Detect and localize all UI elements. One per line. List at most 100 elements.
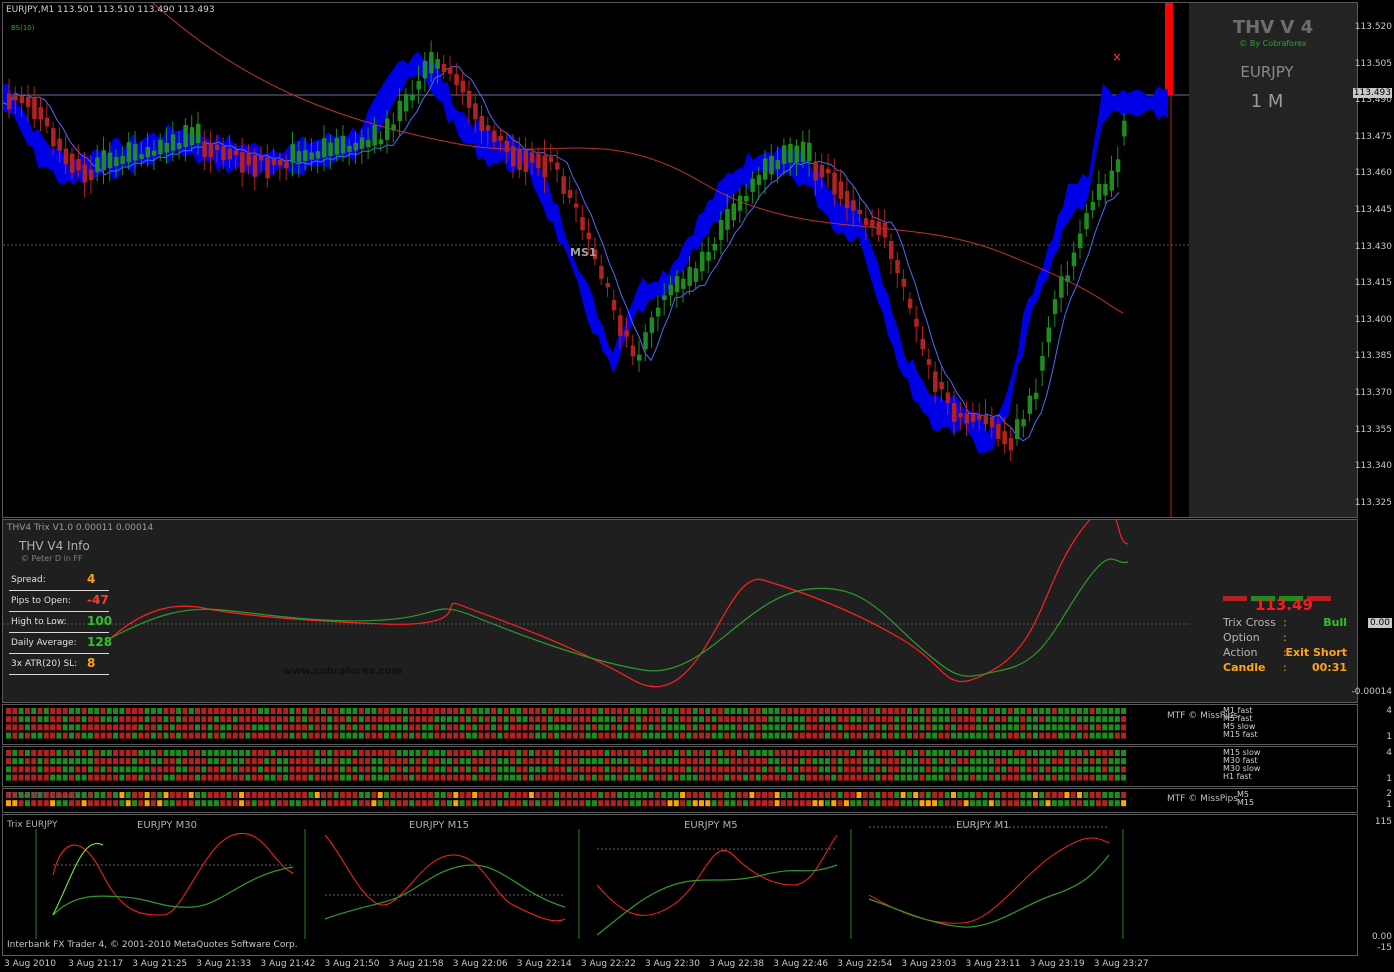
- mtf-cell: [995, 750, 1001, 756]
- main-chart-pane[interactable]: × EURJPY,M1 113.501 113.510 113.490 113.…: [2, 2, 1358, 518]
- mtf-cell: [661, 724, 667, 731]
- mtf-cell: [409, 724, 415, 731]
- mtf-cell: [440, 792, 446, 798]
- mtf-cell: [925, 750, 931, 756]
- mtf-cell: [667, 800, 673, 807]
- mtf-cell: [585, 792, 591, 798]
- candle-body: [221, 146, 226, 161]
- mtf-cell: [837, 774, 843, 781]
- mtf-cell: [591, 774, 597, 781]
- mtf-cell: [686, 792, 692, 798]
- mtf-row-label: M15 fast: [1223, 730, 1258, 739]
- mtf-cell: [957, 732, 963, 739]
- mtf-cell: [169, 800, 175, 807]
- mtf-cell: [856, 750, 862, 756]
- mtf-cell: [75, 774, 81, 781]
- mtf-cell: [686, 732, 692, 739]
- mtf-cell: [617, 758, 623, 765]
- mtf-cell: [951, 724, 956, 731]
- candle-body: [605, 283, 610, 288]
- mtf-cell: [69, 774, 74, 781]
- mtf-cell: [1064, 750, 1070, 756]
- mtf-cell: [176, 758, 182, 765]
- mtf-cell: [37, 708, 43, 714]
- mtf-cell: [270, 708, 276, 714]
- mtf-cell: [749, 766, 755, 773]
- mtf-cell: [951, 750, 956, 756]
- mtf-cell: [182, 708, 188, 714]
- mtf-cell: [276, 774, 282, 781]
- mtf-cell: [730, 800, 736, 807]
- mtf-cell: [654, 774, 660, 781]
- mtf-cell: [1114, 792, 1120, 798]
- mtf-cell: [604, 708, 610, 714]
- mtf-cell: [1114, 708, 1120, 714]
- mtf-cell: [528, 732, 534, 739]
- symbol-label: EURJPY,M1 113.501 113.510 113.490 113.49…: [6, 5, 215, 15]
- trix-chart[interactable]: [3, 520, 1357, 702]
- mtf-cell: [295, 732, 301, 739]
- mtf-cell: [371, 724, 377, 731]
- mtf-cell: [604, 774, 610, 781]
- mtf-cell: [447, 774, 452, 781]
- mtf-cell: [195, 792, 200, 798]
- mtf-cell: [402, 800, 408, 807]
- mtf-cell: [780, 792, 786, 798]
- mtf-cell: [617, 800, 623, 807]
- mtf-cell: [371, 774, 377, 781]
- mtf3-pane[interactable]: THV4 MTF Cloud(5,15) MTF © MissPips M5 M1…: [2, 788, 1358, 813]
- mtf-cell: [661, 708, 667, 714]
- mtf-cell: [447, 716, 452, 723]
- mtf-cell: [220, 750, 226, 756]
- main-price-chart[interactable]: ×: [3, 3, 1357, 517]
- mtf-cell: [510, 774, 515, 781]
- mtf-cell: [736, 774, 742, 781]
- mtf-cell: [264, 750, 270, 756]
- mtf-cell: [925, 758, 931, 765]
- mtf-cell: [724, 732, 730, 739]
- trix-pane[interactable]: THV4 Trix V1.0 0.00011 0.00014 THV V4 In…: [2, 519, 1358, 703]
- mtf-cell: [113, 708, 119, 714]
- mtf-cell: [749, 800, 755, 807]
- mtf1-pane[interactable]: MTF © MissPips M1 fast M5 fast M5 slow M15 …: [2, 704, 1358, 745]
- mtf-cell: [780, 708, 786, 714]
- mtf-cell: [484, 716, 490, 723]
- mtf-cell: [976, 732, 982, 739]
- candle-body: [366, 140, 371, 148]
- mtf-cell: [1051, 774, 1057, 781]
- mtf-cell: [119, 708, 125, 714]
- candle-body: [655, 307, 661, 317]
- mtf-cell: [270, 792, 276, 798]
- mtf-cell: [711, 708, 717, 714]
- mtf-cell: [900, 766, 906, 773]
- mtf-cell: [195, 766, 200, 773]
- mtf-cell: [207, 792, 213, 798]
- mtf-cell: [251, 766, 257, 773]
- mtf-cell: [730, 766, 736, 773]
- mtf-cell: [75, 766, 81, 773]
- mtf-cell: [667, 766, 673, 773]
- mtf-cell: [806, 724, 812, 731]
- mtf-cell: [875, 774, 881, 781]
- mtf-cell: [591, 708, 597, 714]
- mtf-cell: [472, 732, 478, 739]
- mtf-cell: [913, 766, 919, 773]
- mtf-cell: [472, 758, 478, 765]
- mtf-cell: [988, 724, 994, 731]
- mtf-cell: [919, 800, 925, 807]
- multi-trix-chart[interactable]: [3, 815, 1357, 955]
- mtf2-pane[interactable]: M15 slow M30 fast M30 slow H1 fast: [2, 746, 1358, 787]
- mtf-cell: [321, 766, 326, 773]
- multi-trix-slow: [868, 854, 1110, 928]
- mtf-cell: [327, 774, 333, 781]
- mtf-cell: [673, 716, 679, 723]
- mtf-cell: [654, 766, 660, 773]
- mtf-cell: [484, 766, 490, 773]
- mtf-cell: [982, 708, 988, 714]
- mtf-cell: [94, 774, 100, 781]
- mtf-cell: [377, 716, 383, 723]
- mtf-cell: [944, 716, 950, 723]
- thv-pair: EURJPY: [1240, 63, 1294, 81]
- multi-trix-pane[interactable]: Trix EURJPY EURJPY M30 EURJPY M15 EURJPY…: [2, 814, 1358, 956]
- mtf-cell: [919, 774, 925, 781]
